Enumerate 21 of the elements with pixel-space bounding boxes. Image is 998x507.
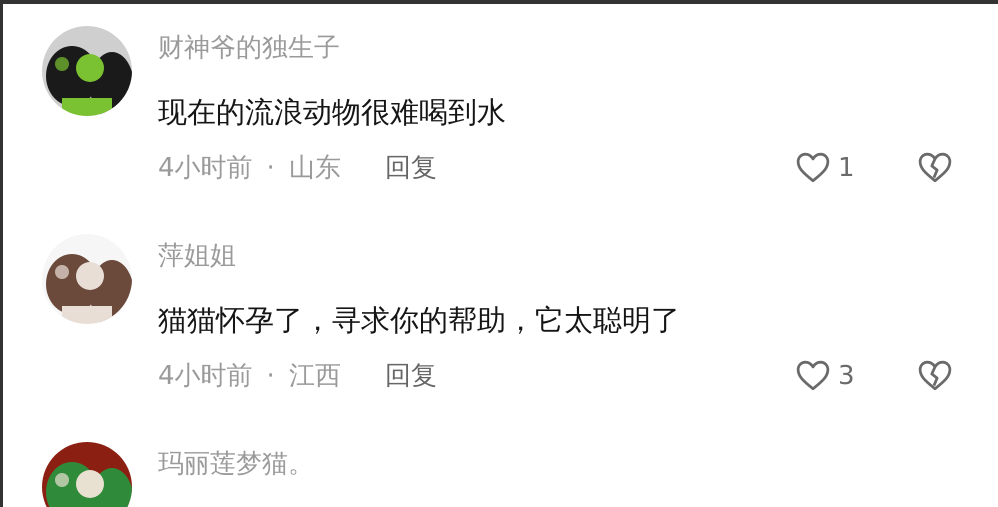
heart-icon <box>796 360 830 392</box>
username[interactable]: 萍姐姐 <box>158 238 952 274</box>
broken-heart-button[interactable] <box>918 152 952 184</box>
heart-icon <box>796 152 830 184</box>
location: 江西 <box>288 360 341 393</box>
username[interactable]: 财神爷的独生子 <box>158 30 952 66</box>
username[interactable]: 玛丽莲梦猫。 <box>158 446 952 482</box>
timestamp: 4小时前 <box>158 360 253 393</box>
location: 山东 <box>288 152 341 185</box>
timestamp: 4小时前 <box>158 152 253 185</box>
separator-dot: · <box>266 152 275 185</box>
like-button[interactable]: 1 <box>796 150 876 186</box>
comment-text: 猫猫怀孕了，寻求你的帮助，它太聪明了 <box>158 302 681 339</box>
like-button[interactable]: 3 <box>796 358 876 394</box>
reply-button[interactable]: 回复 <box>384 358 437 394</box>
broken-heart-button[interactable] <box>918 360 952 392</box>
comment-text: 现在的流浪动物很难喝到水 <box>158 94 507 131</box>
broken-heart-icon <box>918 152 952 184</box>
reply-button[interactable]: 回复 <box>384 150 437 186</box>
separator-dot: · <box>266 360 275 393</box>
broken-heart-icon <box>918 360 952 392</box>
